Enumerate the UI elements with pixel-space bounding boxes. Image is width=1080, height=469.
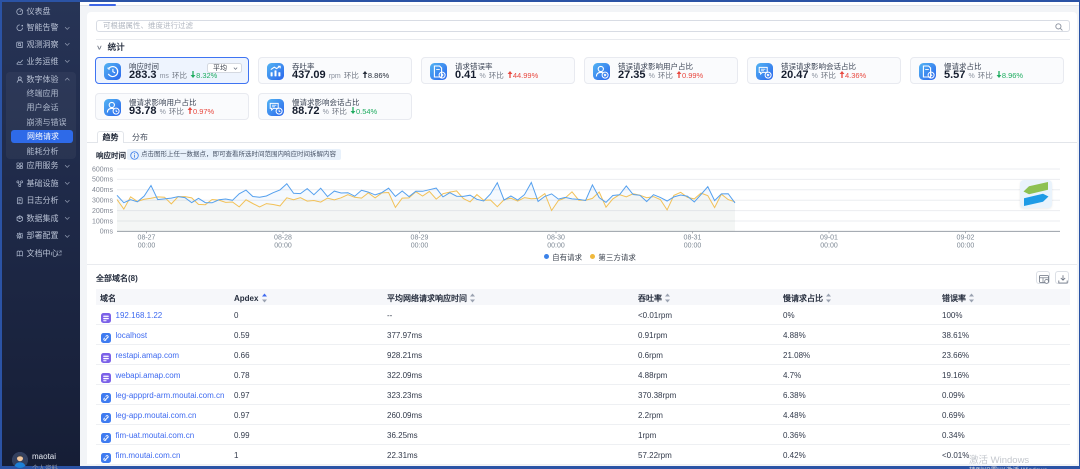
svg-text:200ms: 200ms (92, 208, 114, 215)
svg-text:08-29: 08-29 (411, 235, 429, 242)
svg-text:08-31: 08-31 (684, 235, 702, 242)
svg-text:08-28: 08-28 (274, 235, 292, 242)
svg-text:00:00: 00:00 (820, 243, 838, 250)
svg-text:0ms: 0ms (100, 229, 114, 236)
svg-text:00:00: 00:00 (138, 243, 156, 250)
svg-text:09-01: 09-01 (820, 235, 838, 242)
svg-text:00:00: 00:00 (411, 243, 429, 250)
svg-text:400ms: 400ms (92, 187, 114, 194)
svg-text:08-30: 08-30 (547, 235, 565, 242)
svg-text:09-02: 09-02 (957, 235, 975, 242)
svg-text:00:00: 00:00 (684, 243, 702, 250)
svg-text:00:00: 00:00 (957, 243, 975, 250)
svg-text:600ms: 600ms (92, 166, 114, 173)
svg-text:00:00: 00:00 (547, 243, 565, 250)
svg-text:00:00: 00:00 (274, 243, 292, 250)
svg-text:100ms: 100ms (92, 218, 114, 225)
svg-text:500ms: 500ms (92, 177, 114, 184)
svg-text:300ms: 300ms (92, 198, 114, 205)
svg-text:08-27: 08-27 (138, 235, 156, 242)
